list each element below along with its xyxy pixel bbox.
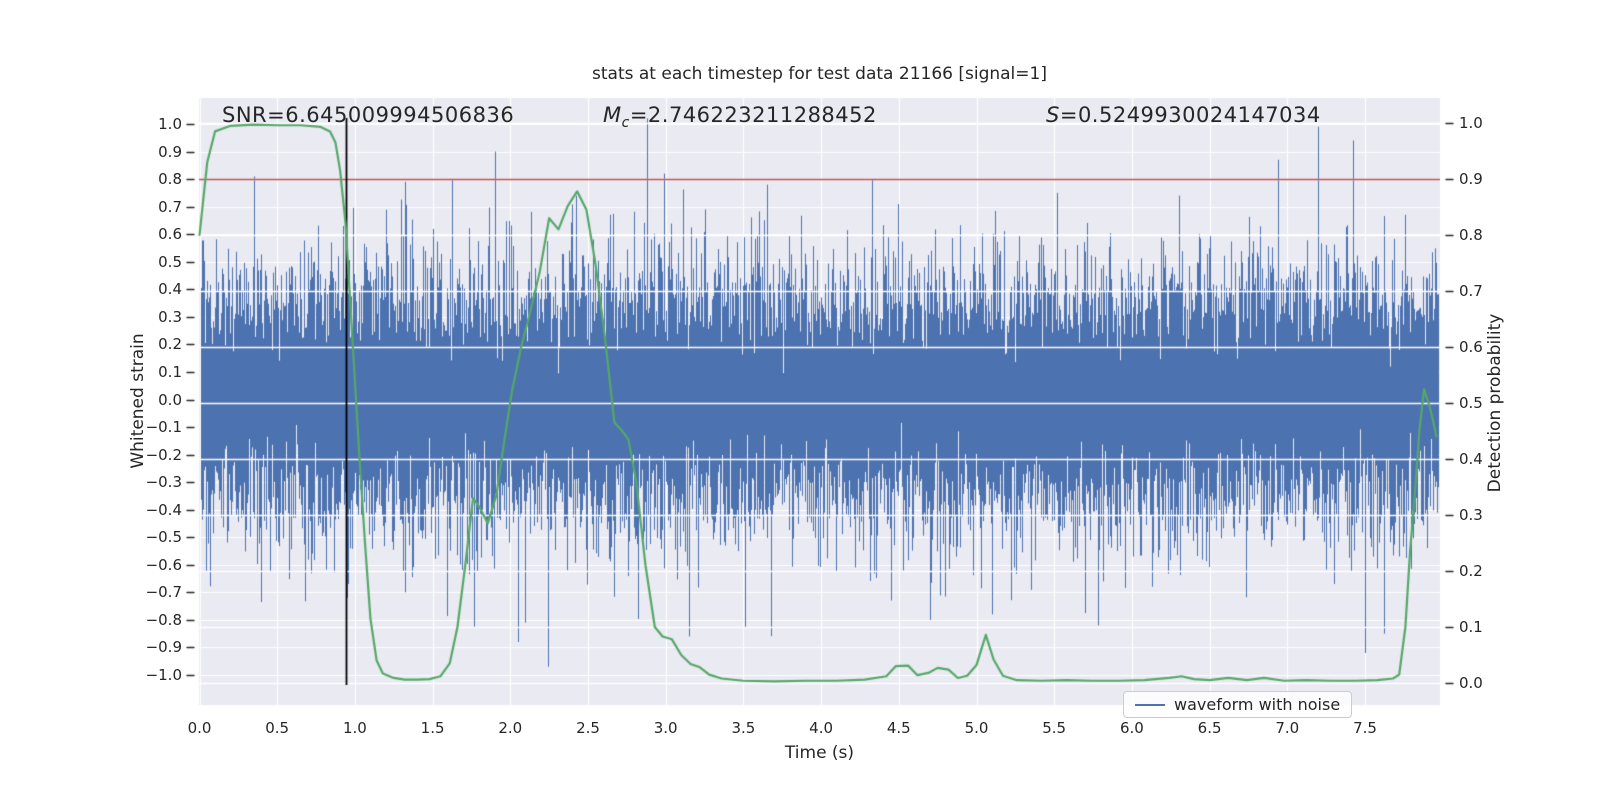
y-left-tick-label: −0.7	[145, 583, 182, 602]
y-right-tick-label: 0.0	[1459, 674, 1483, 692]
y-left-tick-label: 0.6	[158, 225, 182, 244]
y-left-tick-label: −0.4	[145, 500, 182, 519]
y-left-tick-label: −0.3	[145, 473, 182, 492]
x-tick-label: 4.5	[886, 719, 911, 737]
y-right-tick-label: 0.1	[1459, 618, 1483, 636]
x-tick-label: 1.5	[420, 719, 445, 737]
x-tick-label: 0.0	[187, 719, 212, 737]
y-left-tick-label: 0.3	[158, 307, 182, 326]
y-right-tick-label: 0.2	[1459, 562, 1483, 580]
figure: stats at each timestep for test data 211…	[0, 0, 1600, 800]
y-right-tick-label: 1.0	[1459, 114, 1483, 132]
y-left-tick-label: 0.8	[158, 170, 182, 189]
y-left-tick-label: −0.8	[145, 610, 182, 629]
x-tick-label: 5.5	[1042, 719, 1067, 737]
y-right-tick-label: 0.8	[1459, 226, 1483, 244]
y-left-tick-label: 0.7	[158, 197, 182, 216]
y-right-tick-label: 0.3	[1459, 506, 1483, 524]
y-left-tick-label: −0.2	[145, 445, 182, 464]
y-left-tick-label: −1.0	[145, 666, 182, 684]
legend: waveform with noise	[1123, 691, 1353, 718]
y-right-tick-label: 0.4	[1459, 450, 1483, 468]
x-tick-label: 6.0	[1119, 719, 1144, 737]
x-tick-label: 7.0	[1275, 719, 1300, 737]
y-left-tick-label: 0.1	[158, 362, 182, 381]
y-left-tick-label: 0.0	[158, 390, 182, 409]
x-tick-label: 3.0	[653, 719, 678, 737]
y-left-tick-label: −0.1	[145, 418, 182, 437]
x-tick-label: 1.0	[342, 719, 367, 737]
annotation-s-statistic: S=0.5249930024147034	[1046, 103, 1321, 127]
x-tick-label: 7.5	[1353, 719, 1377, 737]
x-tick-label: 2.5	[576, 719, 600, 737]
chart-title: stats at each timestep for test data 211…	[592, 64, 1047, 84]
legend-line-sample	[1135, 703, 1165, 706]
y-right-tick-label: 0.6	[1459, 338, 1483, 356]
y-left-tick-label: −0.9	[145, 638, 182, 657]
x-tick-label: 4.0	[809, 719, 834, 737]
y-right-tick-label: 0.9	[1459, 170, 1483, 188]
x-axis-label: Time (s)	[784, 743, 855, 763]
y-left-tick-label: 1.0	[158, 115, 182, 133]
y-right-tick-label: 0.5	[1459, 394, 1483, 412]
y-left-tick-label: −0.6	[145, 555, 182, 574]
y-left-tick-label: 0.5	[158, 252, 182, 271]
legend-entry-label: waveform with noise	[1174, 695, 1341, 714]
y-right-tick-label: 0.7	[1459, 282, 1483, 300]
y-left-tick-label: 0.4	[158, 280, 182, 299]
annotation-snr: SNR=6.645009994506836	[222, 103, 515, 127]
x-tick-label: 2.0	[498, 719, 523, 737]
y-left-tick-label: 0.2	[158, 335, 182, 354]
y-left-tick-label: 0.9	[158, 142, 182, 161]
annotation-chirp-mass: Mc=2.746223211288452	[603, 103, 877, 132]
y-left-tick-label: −0.5	[145, 528, 182, 547]
x-tick-label: 3.5	[731, 719, 756, 737]
x-tick-label: 6.5	[1197, 719, 1222, 737]
x-tick-label: 5.0	[964, 719, 989, 737]
x-tick-label: 0.5	[265, 719, 290, 737]
